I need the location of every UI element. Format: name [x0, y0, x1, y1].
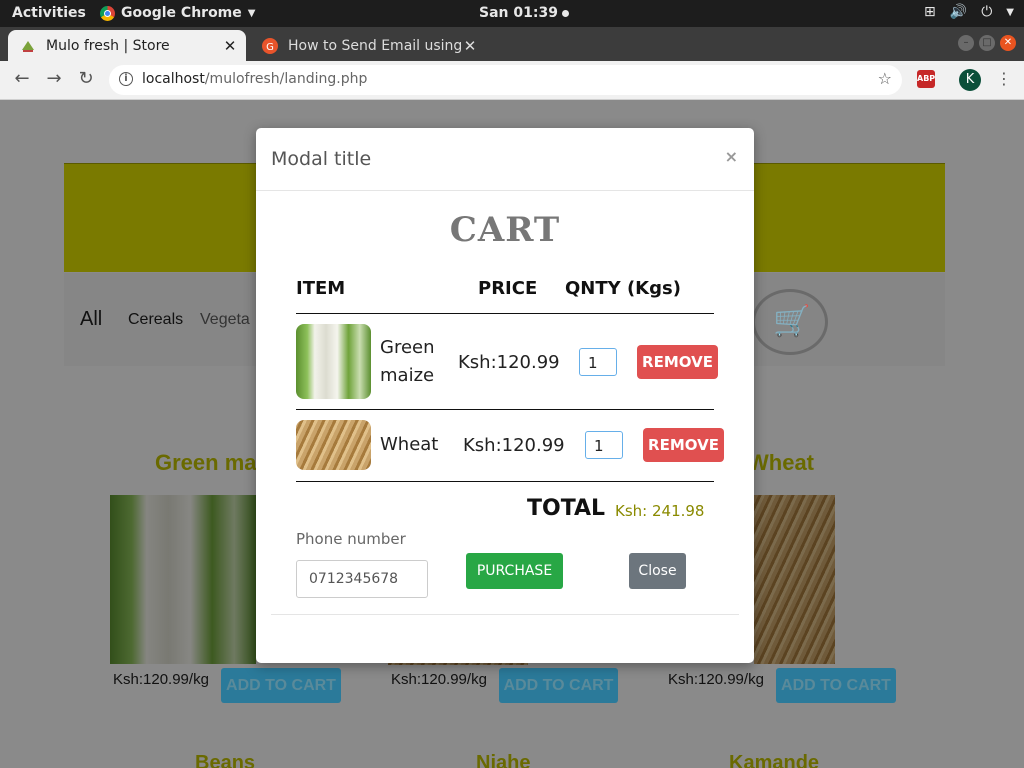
chrome-icon [100, 5, 115, 21]
back-icon[interactable]: ← [11, 68, 33, 90]
cart-item-image-green-maize [296, 324, 371, 399]
chevron-down-icon: ▼ [1006, 6, 1014, 18]
cart-item-price: Ksh:120.99 [458, 352, 560, 373]
product-price: Ksh:120.99/kg [391, 671, 487, 688]
power-icon: ⏻ [981, 4, 993, 20]
product-name: Beans [195, 752, 256, 768]
browser-toolbar: ← → ↻ i localhost/mulofresh/landing.php … [0, 61, 1024, 100]
clock-label: San 01:39 [479, 5, 558, 21]
maximize-icon[interactable]: □ [979, 35, 995, 51]
add-to-cart-button[interactable]: ADD TO CART [221, 668, 341, 703]
shopping-cart-icon: 🛒 [773, 304, 811, 339]
close-tab-icon[interactable]: ✕ [462, 37, 478, 55]
tab-mulo-fresh[interactable]: Mulo fresh | Store ✕ [8, 30, 246, 61]
modal-title: Modal title [271, 148, 372, 170]
cart-item-image-wheat [296, 420, 371, 470]
volume-icon: 🔊 [949, 4, 968, 20]
system-tray[interactable]: ⊞ 🔊 ⏻ ▼ [924, 4, 1014, 20]
app-menu[interactable]: Google Chrome ▼ [100, 5, 255, 21]
product-image-wheat [754, 495, 835, 664]
info-icon[interactable]: i [119, 72, 133, 86]
product-image-green-maize [110, 495, 256, 664]
add-to-cart-button[interactable]: ADD TO CART [499, 668, 618, 703]
close-tab-icon[interactable]: ✕ [222, 37, 238, 55]
mulo-fresh-favicon-icon [22, 40, 34, 52]
minimize-icon[interactable]: – [958, 35, 974, 51]
site-favicon-icon: G [262, 37, 278, 54]
price-unit: /kg [466, 671, 487, 688]
product-name: Wheat [748, 450, 814, 475]
cart-item-name: Green maize [380, 337, 435, 386]
activities-button[interactable]: Activities [12, 5, 86, 21]
divider [296, 481, 714, 482]
product-name: Green ma [155, 450, 257, 475]
price-value: Ksh:120.99 [113, 671, 189, 688]
product-price: Ksh:120.99/kg [113, 671, 209, 688]
column-header-qty: QNTY (Kgs) [565, 278, 681, 299]
price-unit: /kg [743, 671, 764, 688]
divider [296, 313, 714, 314]
modal-header: Modal title × [256, 128, 754, 191]
cart-heading: CART [449, 210, 561, 250]
divider [296, 409, 714, 410]
close-button[interactable]: Close [629, 553, 686, 589]
svg-text:G: G [266, 42, 274, 53]
column-header-item: ITEM [296, 278, 346, 299]
url-path: /mulofresh/landing.php [204, 71, 368, 87]
purchase-button[interactable]: PURCHASE [466, 553, 563, 589]
more-menu-icon[interactable]: ⋮ [996, 69, 1012, 88]
cart-item-price: Ksh:120.99 [463, 435, 565, 456]
window-controls: – □ ✕ [958, 35, 1016, 51]
notification-dot-icon [561, 9, 569, 17]
price-value: Ksh:120.99 [668, 671, 744, 688]
network-icon: ⊞ [924, 4, 936, 20]
close-window-icon[interactable]: ✕ [1000, 35, 1016, 51]
address-bar[interactable]: i localhost/mulofresh/landing.php ☆ [109, 65, 902, 95]
category-vegetables[interactable]: Vegeta [200, 311, 250, 329]
product-name: Njahe [476, 752, 531, 768]
add-to-cart-button[interactable]: ADD TO CART [776, 668, 896, 703]
modal-close-icon[interactable]: × [725, 147, 738, 166]
phone-number-input[interactable]: 0712345678 [296, 560, 428, 598]
profile-avatar[interactable]: K [959, 69, 981, 91]
column-header-price: PRICE [478, 278, 538, 299]
clock[interactable]: San 01:39 [479, 5, 569, 21]
tab-strip: Mulo fresh | Store ✕ G How to Send Email… [0, 27, 1024, 82]
cart-button[interactable]: 🛒 [752, 289, 828, 355]
forward-icon[interactable]: → [43, 68, 65, 90]
phone-number-label: Phone number [296, 530, 406, 548]
price-unit: /kg [188, 671, 209, 688]
modal-footer-divider [271, 614, 739, 615]
tab-title: How to Send Email using [288, 37, 462, 54]
url-host: localhost [142, 71, 205, 87]
category-all[interactable]: All [80, 308, 102, 331]
product-name: Kamande [729, 752, 820, 768]
reload-icon[interactable]: ↻ [75, 68, 97, 90]
product-price: Ksh:120.99/kg [668, 671, 764, 688]
url-text[interactable]: localhost/mulofresh/landing.php [142, 71, 367, 87]
tab-title: Mulo fresh | Store [46, 37, 170, 54]
app-menu-label: Google Chrome [121, 5, 242, 21]
tab-send-email[interactable]: G How to Send Email using ✕ [250, 30, 486, 61]
quantity-input[interactable]: 1 [579, 348, 617, 376]
chevron-down-icon: ▼ [247, 7, 256, 19]
system-top-bar: Activities Google Chrome ▼ San 01:39 ⊞ 🔊… [0, 0, 1024, 27]
cart-modal: Modal title × CART ITEM PRICE QNTY (Kgs)… [256, 128, 754, 663]
quantity-input[interactable]: 1 [585, 431, 623, 459]
total-value: Ksh: 241.98 [615, 502, 705, 520]
price-value: Ksh:120.99 [391, 671, 467, 688]
total-label: TOTAL [527, 496, 606, 521]
adblock-extension-icon[interactable]: ABP [917, 70, 935, 88]
cart-item-name: Wheat [380, 434, 439, 455]
remove-button[interactable]: REMOVE [637, 345, 718, 379]
category-cereals[interactable]: Cereals [128, 311, 183, 329]
remove-button[interactable]: REMOVE [643, 428, 724, 462]
bookmark-star-icon[interactable]: ☆ [878, 69, 892, 88]
